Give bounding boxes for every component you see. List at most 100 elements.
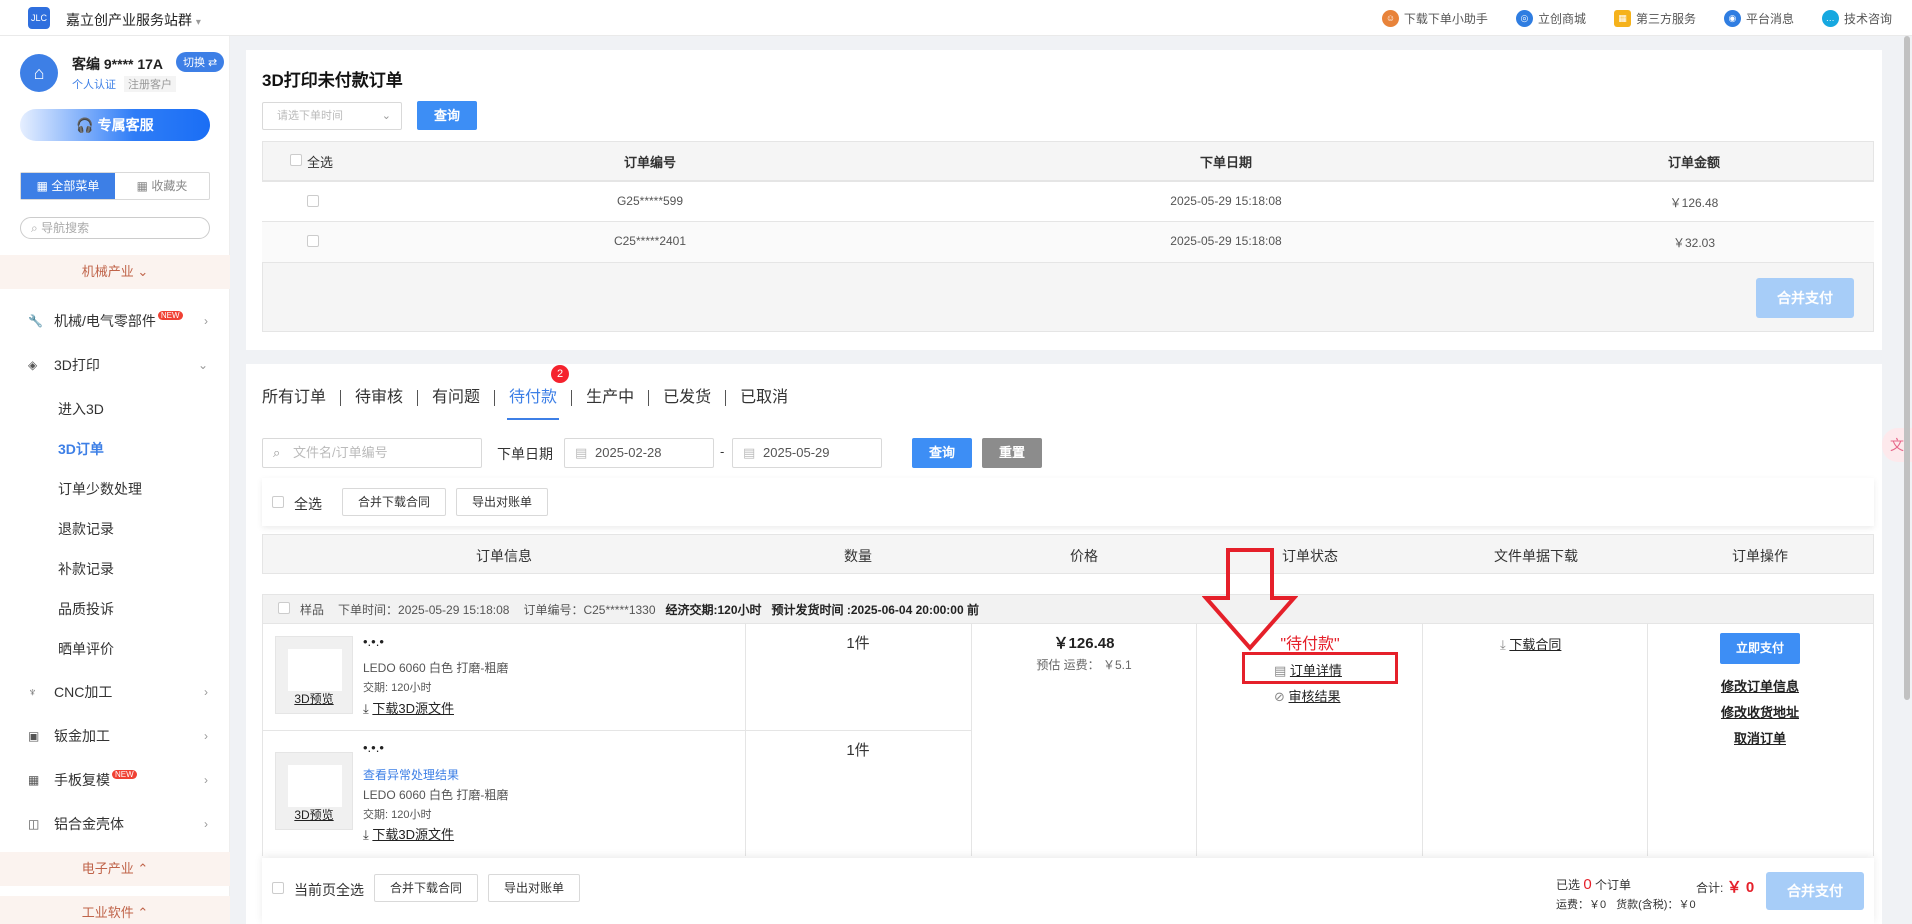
select-all-label: 全选 — [307, 155, 334, 170]
nav-aluminum[interactable]: ◫ 铝合金壳体 › — [28, 814, 208, 834]
tab-pending-review[interactable]: 待审核 — [341, 390, 419, 406]
tab-shipped[interactable]: 已发货 — [649, 390, 727, 406]
nav-parts[interactable]: 🔧 机械/电气零部件 NEW › — [28, 310, 208, 331]
download-3d-source-link[interactable]: ⤓ 下载3D源文件 — [363, 824, 454, 843]
tab-pending-payment[interactable]: 待付款 2 — [495, 365, 573, 420]
top-bar: JLC 嘉立创产业服务站群 ▾ ☺ 下载下单小助手 ◎ 立创商城 ▦ 第三方服务 ◉ 平… — [0, 0, 1912, 36]
messages-link[interactable]: ◉ 平台消息 — [1723, 10, 1794, 27]
nav-search-input[interactable]: ⌕ 导航搜索 — [20, 217, 210, 239]
download-3d-source-link[interactable]: ⤓ 下载3D源文件 — [363, 698, 454, 717]
divider — [1647, 624, 1648, 856]
nav-review[interactable]: 晒单评价 — [58, 639, 114, 659]
unpaid-select-all-checkbox[interactable] — [290, 154, 302, 166]
row-checkbox[interactable] — [307, 235, 319, 247]
download-assistant-link[interactable]: ☺ 下载下单小助手 — [1381, 10, 1488, 27]
orders-reset-button[interactable]: 重置 — [982, 438, 1042, 468]
nav-3d-orders[interactable]: 3D订单 — [58, 439, 104, 459]
tab-favorites[interactable]: ▦ 收藏夹 — [115, 173, 209, 199]
3d-preview-link[interactable]: 3D预览 — [276, 806, 352, 823]
orders-query-button[interactable]: 查询 — [912, 438, 972, 468]
footer-merge-pay-button[interactable]: 合并支付 — [1766, 872, 1864, 910]
footer-export-bill-button[interactable]: 导出对账单 — [488, 874, 580, 902]
org-name: 嘉立创产业服务站群 — [66, 12, 192, 28]
merge-download-contract-button[interactable]: 合并下载合同 — [342, 488, 446, 516]
tab-label: 待付款 — [509, 389, 558, 406]
unpaid-query-button[interactable]: 查询 — [417, 101, 477, 130]
service-label: 专属客服 — [97, 117, 154, 133]
tab-all-orders[interactable]: 所有订单 — [262, 390, 342, 406]
page-select-all-checkbox[interactable] — [272, 882, 284, 894]
nav-prototype[interactable]: ▦ 手板复模 NEW › — [28, 769, 208, 790]
nav-sheet-metal[interactable]: ▣ 钣金加工 › — [28, 726, 208, 746]
row-order-no: C25*****2401 — [613, 234, 687, 248]
orders-select-all-checkbox[interactable] — [272, 496, 284, 508]
export-bill-button[interactable]: 导出对账单 — [456, 488, 548, 516]
download-contract-link[interactable]: ⤓ 下载合同 — [1500, 634, 1561, 653]
dedicated-service-button[interactable]: 🎧 专属客服 — [20, 109, 210, 141]
download-icon: ⤓ — [363, 701, 369, 716]
order-search-input[interactable]: ⌕ 文件名/订单编号 — [262, 438, 482, 468]
footer-merge-download-button[interactable]: 合并下载合同 — [374, 874, 478, 902]
modify-order-info-link[interactable]: 修改订单信息 — [1660, 676, 1860, 695]
nav-quality-complaint[interactable]: 品质投诉 — [58, 599, 114, 619]
switch-account-button[interactable]: 切换 ⇄ — [176, 52, 225, 72]
nav-label: 3D打印 — [54, 357, 100, 373]
cnc-icon: ♆ — [28, 685, 37, 699]
freight-total: 运费：￥0 — [1556, 899, 1607, 911]
logo-icon[interactable]: JLC — [28, 7, 50, 29]
order-time-select[interactable]: 请选下单时间 ⌄ — [262, 102, 402, 130]
row-order-date: 2025-05-29 15:18:08 — [1170, 234, 1282, 248]
group-checkbox[interactable] — [278, 602, 290, 614]
search-icon: ⌕ — [273, 445, 281, 460]
nav-label: 机械/电气零部件 — [54, 313, 156, 329]
sample-label: 样品 — [300, 603, 325, 617]
section-label: 工业软件 — [81, 905, 134, 920]
row-checkbox[interactable] — [307, 195, 319, 207]
tab-in-production[interactable]: 生产中 — [572, 390, 650, 406]
nav-few-orders[interactable]: 订单少数处理 — [58, 479, 142, 499]
col-order-no: 订单编号 — [623, 155, 676, 170]
chevron-down-icon: ⌄ — [381, 110, 391, 122]
tab-all-menu[interactable]: ▦ 全部菜单 — [21, 173, 115, 199]
mall-link[interactable]: ◎ 立创商城 — [1515, 10, 1586, 27]
nav-cnc[interactable]: ♆ CNC加工 › — [28, 682, 208, 702]
org-switcher[interactable]: 嘉立创产业服务站群 ▾ — [66, 10, 201, 30]
tab-problem[interactable]: 有问题 — [418, 390, 496, 406]
nav-refund-records[interactable]: 退款记录 — [58, 519, 114, 539]
select-placeholder: 请选下单时间 — [277, 110, 343, 122]
nav-3d-print[interactable]: ◈ 3D打印 ⌄ — [28, 355, 208, 375]
third-party-link[interactable]: ▦ 第三方服务 — [1613, 10, 1696, 27]
3d-preview-link[interactable]: 3D预览 — [276, 690, 352, 707]
order-detail-link[interactable]: ▤ 订单详情 — [1274, 660, 1342, 679]
scrollbar[interactable] — [1904, 36, 1910, 700]
modify-address-link[interactable]: 修改收货地址 — [1660, 702, 1860, 721]
order-group-info: 样品 下单时间：2025-05-29 15:18:08 订单编号：C25****… — [300, 601, 979, 618]
tech-support-link[interactable]: … 技术咨询 — [1821, 10, 1892, 27]
order-number: 订单编号：C25*****1330 — [523, 603, 656, 617]
personal-cert-tag[interactable]: 个人认证 — [72, 76, 116, 92]
home-avatar-icon[interactable]: ⌂ — [20, 54, 58, 92]
date-from-input[interactable]: ▤ 2025-02-28 — [564, 438, 714, 468]
tab-label: 全部菜单 — [51, 179, 100, 193]
top-links: ☺ 下载下单小助手 ◎ 立创商城 ▦ 第三方服务 ◉ 平台消息 … 技术咨询 — [1381, 10, 1892, 27]
unpaid-merge-pay-button[interactable]: 合并支付 — [1756, 278, 1854, 318]
link-label: 下载下单小助手 — [1403, 12, 1488, 26]
section-mechanical[interactable]: 机械产业 ⌄ — [0, 255, 230, 289]
nav-label: CNC加工 — [54, 684, 113, 700]
abnormal-result-link[interactable]: 查看异常处理结果 — [363, 766, 459, 783]
order-price: ￥126.48 — [1053, 635, 1115, 652]
nav-supplement-records[interactable]: 补款记录 — [58, 559, 114, 579]
calendar-icon: ▤ — [743, 445, 756, 460]
assistant-icon: ☺ — [1381, 10, 1399, 27]
case-icon: ◫ — [28, 817, 40, 831]
pay-now-button[interactable]: 立即支付 — [1720, 633, 1800, 664]
nav-enter-3d[interactable]: 进入3D — [58, 399, 104, 419]
section-software[interactable]: 工业软件 ⌃ — [0, 896, 230, 924]
chevron-down-icon: ▾ — [195, 17, 201, 28]
item-name: •.•.• — [363, 634, 384, 649]
date-to-input[interactable]: ▤ 2025-05-29 — [732, 438, 882, 468]
audit-result-link[interactable]: ⊘ 审核结果 — [1274, 686, 1341, 705]
cancel-order-link[interactable]: 取消订单 — [1660, 728, 1860, 747]
tab-cancelled[interactable]: 已取消 — [726, 390, 802, 406]
section-electronics[interactable]: 电子产业 ⌃ — [0, 852, 230, 886]
